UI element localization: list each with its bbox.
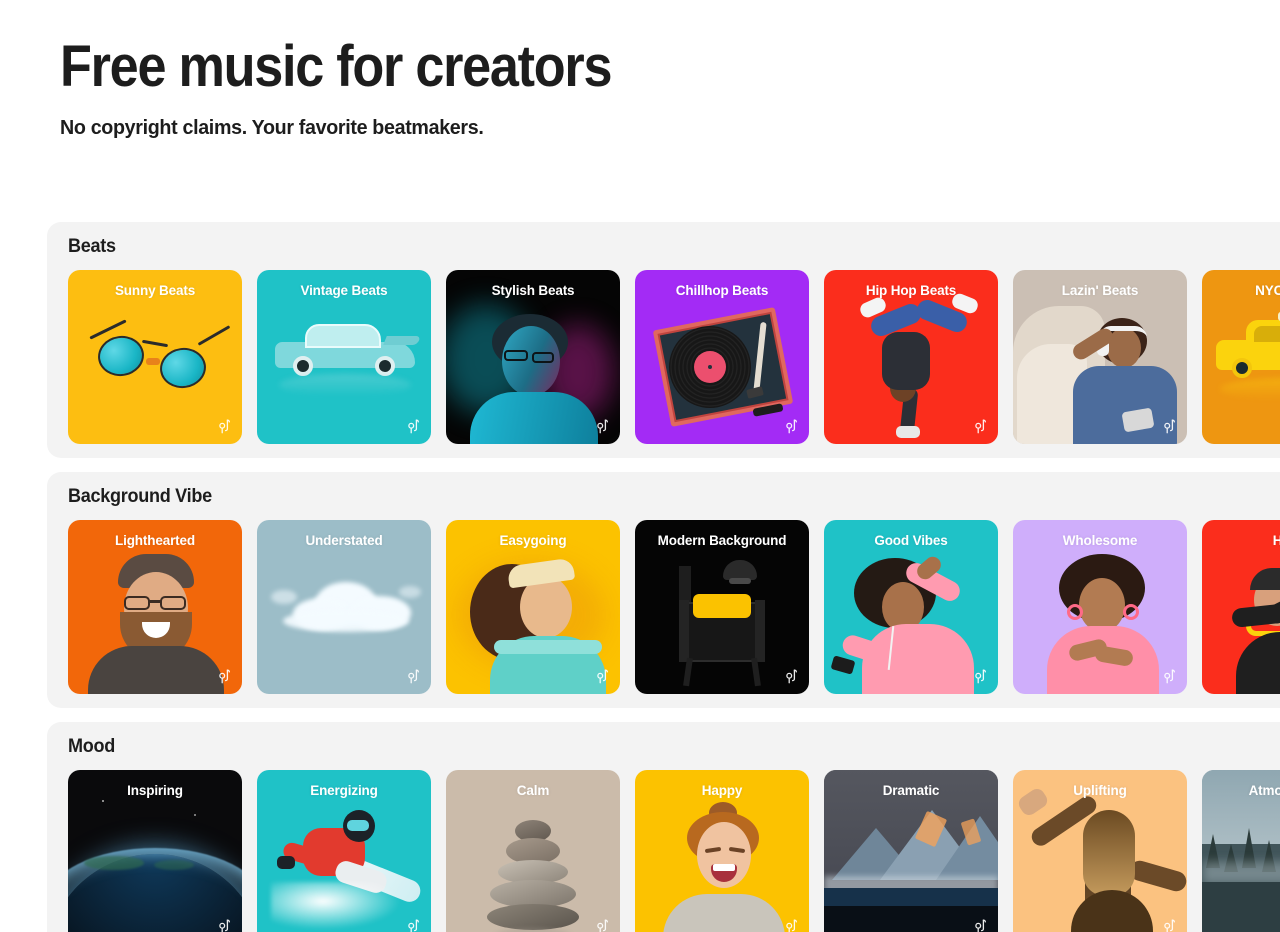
epidemic-sound-logo-icon [218,668,232,685]
page-subtitle: No copyright claims. Your favorite beatm… [60,116,484,139]
playlist-card[interactable]: Inspiring [68,770,242,932]
epidemic-sound-logo-icon [785,418,799,435]
epidemic-sound-logo-icon [218,918,232,932]
playlist-card[interactable]: Easygoing [446,520,620,694]
card-title: Easygoing [499,533,567,548]
card-title: Modern Background [657,533,787,548]
card-row[interactable]: Sunny Beats Vintage Beats Stylish Beats … [68,270,1280,444]
section-title: Mood [68,736,115,757]
card-title: Hip Hop Beats [865,283,957,298]
card-title: Calm [516,783,550,798]
card-title: Lighthearted [115,533,195,548]
playlist-card[interactable]: Vintage Beats [257,270,431,444]
card-title: Chillhop Beats [675,283,769,298]
epidemic-sound-logo-icon [407,668,421,685]
section-title: Beats [68,236,116,257]
epidemic-sound-logo-icon [785,668,799,685]
card-title: Atmospheric [1248,783,1280,798]
category-sections: Beats Sunny Beats Vintage Beats Stylish … [47,222,1280,932]
epidemic-sound-logo-icon [974,918,988,932]
card-title: Energizing [310,783,378,798]
section-title: Background Vibe [68,486,212,507]
card-title: Stylish Beats [491,283,575,298]
epidemic-sound-logo-icon [785,918,799,932]
playlist-card[interactable]: Energizing [257,770,431,932]
playlist-card[interactable]: Sunny Beats [68,270,242,444]
epidemic-sound-logo-icon [1163,668,1177,685]
card-title: Sunny Beats [114,283,196,298]
playlist-card[interactable]: Dramatic [824,770,998,932]
card-title: Happy [701,783,743,798]
epidemic-sound-logo-icon [1163,918,1177,932]
playlist-card[interactable]: Good Vibes [824,520,998,694]
epidemic-sound-logo-icon [596,668,610,685]
playlist-card[interactable]: Chillhop Beats [635,270,809,444]
card-row[interactable]: Lighthearted Understated Easygoing Moder… [68,520,1280,694]
playlist-card[interactable]: Modern Background [635,520,809,694]
page-root: Free music for creators No copyright cla… [0,0,1280,932]
epidemic-sound-logo-icon [974,418,988,435]
section-background-vibe: Background Vibe Lighthearted Understated… [47,472,1280,708]
card-title: Uplifting [1073,783,1127,798]
playlist-card[interactable]: Happy [635,770,809,932]
page-title: Free music for creators [60,34,613,99]
playlist-card[interactable]: NYC Beats [1202,270,1280,444]
playlist-card[interactable]: Hype [1202,520,1280,694]
epidemic-sound-logo-icon [218,418,232,435]
epidemic-sound-logo-icon [407,418,421,435]
card-title: Inspiring [127,783,183,798]
playlist-card[interactable]: Understated [257,520,431,694]
playlist-card[interactable]: Uplifting [1013,770,1187,932]
playlist-card[interactable]: Calm [446,770,620,932]
epidemic-sound-logo-icon [596,918,610,932]
epidemic-sound-logo-icon [407,918,421,932]
card-title: Vintage Beats [300,283,388,298]
epidemic-sound-logo-icon [1163,418,1177,435]
section-mood: Mood Inspiring Energizing Calm Happy Dra… [47,722,1280,932]
card-title: Dramatic [882,783,940,798]
card-title: Wholesome [1062,533,1138,548]
playlist-card[interactable]: Hip Hop Beats [824,270,998,444]
playlist-card[interactable]: Atmospheric [1202,770,1280,932]
epidemic-sound-logo-icon [596,418,610,435]
card-title: NYC Beats [1255,283,1280,298]
playlist-card[interactable]: Wholesome [1013,520,1187,694]
card-title: Lazin' Beats [1061,283,1139,298]
card-title: Understated [305,533,383,548]
hero-header: Free music for creators No copyright cla… [0,0,1280,140]
epidemic-sound-logo-icon [974,668,988,685]
card-row[interactable]: Inspiring Energizing Calm Happy Dramatic… [68,770,1280,932]
section-beats: Beats Sunny Beats Vintage Beats Stylish … [47,222,1280,458]
card-title: Hype [1272,533,1280,548]
playlist-card[interactable]: Lighthearted [68,520,242,694]
playlist-card[interactable]: Lazin' Beats [1013,270,1187,444]
playlist-card[interactable]: Stylish Beats [446,270,620,444]
card-title: Good Vibes [874,533,948,548]
